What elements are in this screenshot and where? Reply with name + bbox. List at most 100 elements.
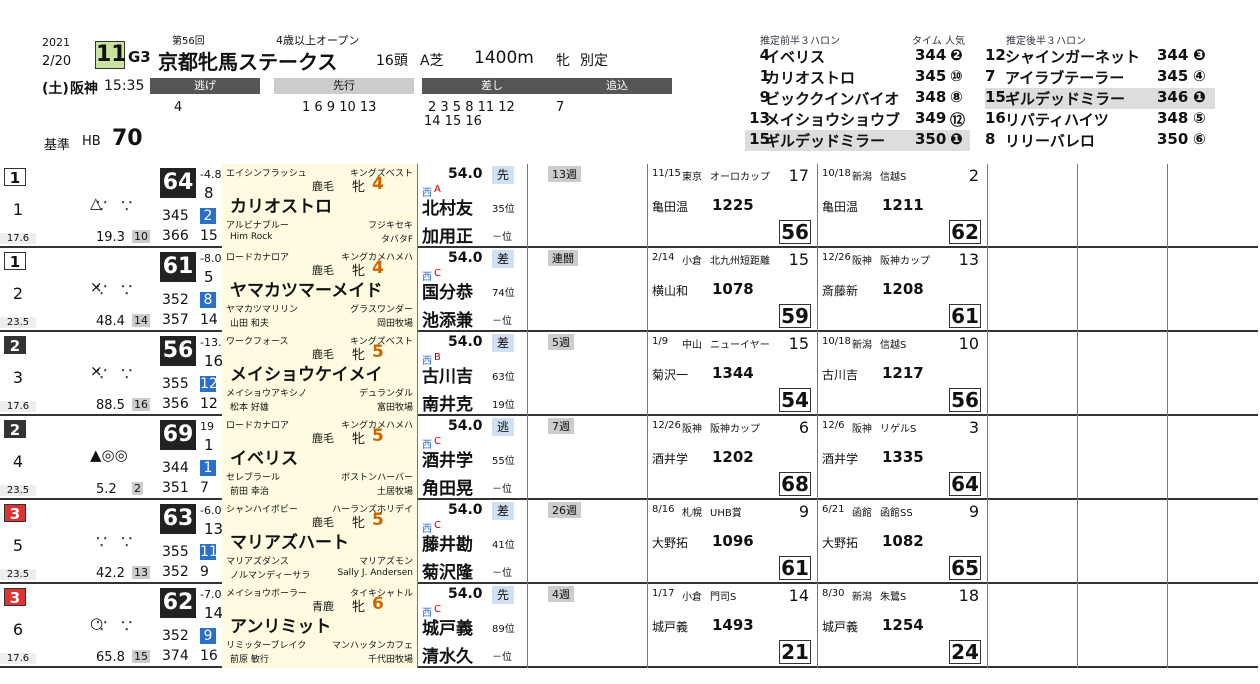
jockey-name[interactable]: 古川吉: [422, 362, 473, 387]
rating-rank: 8: [204, 184, 214, 202]
jockey-name[interactable]: 城戸義: [422, 614, 473, 639]
past-race-3[interactable]: [988, 500, 1078, 584]
past-race-2[interactable]: 6/21 函館 函館SS 9 大野拓 1082 65: [818, 500, 988, 584]
past-race-5[interactable]: [1168, 332, 1258, 416]
past-race-4[interactable]: [1078, 416, 1168, 500]
jockey-name[interactable]: 北村友: [422, 194, 473, 219]
past-race-4[interactable]: [1078, 584, 1168, 668]
past-race-5[interactable]: [1168, 500, 1258, 584]
horse-name[interactable]: マリアズハート: [230, 528, 349, 553]
jockey-name[interactable]: 酒井学: [422, 446, 473, 471]
past-race-1[interactable]: 11/15 東京 オーロカップ 17 亀田温 1225 56: [648, 164, 818, 248]
past-course: 函館: [852, 508, 872, 519]
trainer-name[interactable]: 南井克: [422, 390, 473, 415]
trainer-name[interactable]: 加用正: [422, 222, 473, 247]
horse-name[interactable]: カリオストロ: [230, 192, 332, 217]
horse-name[interactable]: イベリス: [230, 444, 298, 469]
past-race-4[interactable]: [1078, 332, 1168, 416]
past-race-2[interactable]: 12/6 阪神 リゲルS 3 酒井学 1335 64: [818, 416, 988, 500]
front-3f: 344: [162, 460, 189, 476]
jockey-name[interactable]: 国分恭: [422, 278, 473, 303]
past-race-3[interactable]: [988, 584, 1078, 668]
base-hb: HB: [82, 134, 101, 149]
sire: ワークフォース: [226, 337, 289, 347]
horse-name[interactable]: ヤマカツマーメイド: [230, 276, 382, 301]
past-race-2[interactable]: 10/18 新潟 信越S 10 古川吉 1217 56: [818, 332, 988, 416]
venue: 阪神: [70, 81, 98, 97]
prediction-marks: ∵ ∵: [96, 196, 137, 217]
dam: セレブラール: [226, 473, 281, 483]
past-race-3[interactable]: [988, 416, 1078, 500]
trainer-name[interactable]: 角田晃: [422, 474, 473, 499]
past-jockey: 菊沢一: [652, 368, 689, 382]
past-race-2[interactable]: 12/26 阪神 阪神カップ 13 斎藤新 1208 61: [818, 248, 988, 332]
owner: 松本 好雄: [230, 403, 269, 413]
popularity: 14: [132, 314, 150, 327]
front-3f-row: 9 ビッククインバイオ 348 ⑧: [759, 88, 963, 108]
past-race-1[interactable]: 1/9 中山 ニューイヤー 15 菊沢一 1344 54: [648, 332, 818, 416]
past-race-1[interactable]: 8/16 札幌 UHB賞 9 大野拓 1096 61: [648, 500, 818, 584]
past-race-3[interactable]: [988, 248, 1078, 332]
past-race-1[interactable]: 1/17 小倉 門司S 14 城戸義 1493 21: [648, 584, 818, 668]
table-row[interactable]: ∵ ∵ △ 19.3 10 64 -4.8 8 345 2 366 15 エイシ…: [36, 164, 1258, 248]
odds: 42.2: [96, 566, 125, 581]
table-row[interactable]: ∵ ∵ × 88.5 16 56 -13.0 16 355 12 356 12 …: [36, 332, 1258, 416]
table-row[interactable]: ▲◎◎ 5.2 2 69 19 1 344 1 351 7 ロードカナロア キン…: [36, 416, 1258, 500]
past-race-2[interactable]: 8/30 新潟 朱鷺S 18 城戸義 1254 24: [818, 584, 988, 668]
past-race-1[interactable]: 2/14 小倉 北九州短距離 15 横山和 1078 59: [648, 248, 818, 332]
past-jockey: 亀田温: [652, 200, 689, 214]
weight-stat: 23.5: [0, 569, 36, 580]
past-jockey: 古川吉: [822, 368, 859, 382]
front-3f-title: 推定前半３ハロン: [760, 36, 840, 47]
jockey-name[interactable]: 藤井勘: [422, 530, 473, 555]
past-jockey: 大野拓: [652, 536, 689, 550]
grade: G3: [128, 48, 151, 66]
waku-cell: 1 2 23.5: [0, 248, 36, 332]
rating-diff: -6.0: [200, 504, 222, 517]
owner: 山田 和夫: [230, 319, 269, 329]
past-race-1[interactable]: 12/26 阪神 阪神カップ 6 酒井学 1202 68: [648, 416, 818, 500]
past-place: 3: [968, 418, 979, 437]
trainer-name[interactable]: 清水久: [422, 642, 473, 667]
past-race-3[interactable]: [988, 332, 1078, 416]
back-3f-rank: 14: [200, 312, 218, 328]
past-race-5[interactable]: [1168, 248, 1258, 332]
dam-dam: デュランダル: [358, 389, 413, 399]
carried-weight: 54.0: [448, 418, 483, 434]
past-jockey: 斎藤新: [822, 284, 859, 298]
trainer-name[interactable]: 池添兼: [422, 306, 473, 331]
table-row[interactable]: ∵ ∵ × 48.4 14 61 -8.0 5 352 8 357 14 ロード…: [36, 248, 1258, 332]
breeder: 岡田牧場: [376, 319, 413, 329]
horse-number: 2: [12, 284, 24, 303]
trainer-rank: －位: [492, 652, 512, 663]
race-name: 京都牝馬ステークス: [158, 50, 338, 74]
horse-info: シャンハイボビー ハーランズホリデイ 鹿毛 牝 5 マリアズハート マリアズダン…: [222, 500, 418, 584]
horse-name[interactable]: メイショウケイメイ: [230, 360, 383, 385]
rest-weeks: 26週: [548, 502, 581, 518]
horse-name[interactable]: アンリミット: [230, 612, 331, 637]
back-3f-row: 7 アイラブテーラー 345 ④: [985, 67, 1206, 87]
trainer-name[interactable]: 菊沢隆: [422, 558, 473, 583]
past-race-4[interactable]: [1078, 248, 1168, 332]
distance: 1400m: [474, 48, 534, 68]
table-row[interactable]: ∵ ∵ 42.2 13 63 -6.0 13 355 11 352 9 シャンハ…: [36, 500, 1258, 584]
table-row[interactable]: ∵ ∵ ○ 65.8 15 62 -7.0 14 352 9 374 16 メイ…: [36, 584, 1258, 668]
past-race-name: 朱鷺S: [880, 592, 907, 603]
age: 6: [372, 594, 384, 614]
past-race-5[interactable]: [1168, 164, 1258, 248]
past-race-4[interactable]: [1078, 500, 1168, 584]
rating-diff: -8.0: [200, 252, 222, 265]
back-3f-row: 16 リバティハイツ 348 ⑤: [985, 109, 1206, 129]
past-race-name: オーロカップ: [710, 172, 770, 183]
training-info: 4週: [528, 584, 648, 668]
rating-rank: 13: [204, 520, 224, 538]
past-race-3[interactable]: [988, 164, 1078, 248]
pace-oikomi: 7: [556, 100, 565, 115]
trainer-rank: －位: [492, 316, 512, 327]
past-race-2[interactable]: 10/18 新潟 信越S 2 亀田温 1211 62: [818, 164, 988, 248]
rating-rank: 16: [204, 352, 224, 370]
past-race-5[interactable]: [1168, 416, 1258, 500]
past-race-5[interactable]: [1168, 584, 1258, 668]
past-race-4[interactable]: [1078, 164, 1168, 248]
rest-weeks: 13週: [548, 166, 581, 182]
